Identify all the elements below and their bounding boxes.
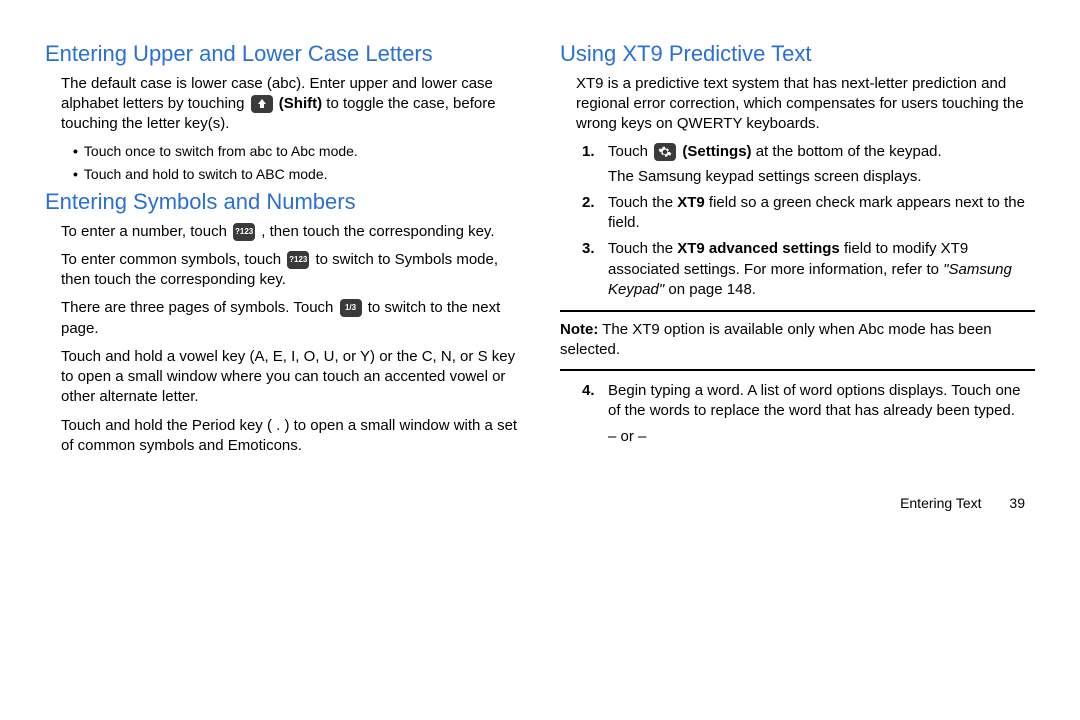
- text: Begin typing a word. A list of word opti…: [608, 382, 1020, 419]
- bullet-icon: •: [73, 165, 78, 184]
- shift-icon: [251, 95, 273, 113]
- para-hold-period: Touch and hold the Period key ( . ) to o…: [61, 416, 520, 457]
- or-label: – or –: [608, 427, 1035, 447]
- para-enter-symbols: To enter common symbols, touch ?123 to s…: [61, 250, 520, 291]
- page-footer: Entering Text 39: [45, 494, 1035, 513]
- page-columns: Entering Upper and Lower Case Letters Th…: [45, 40, 1035, 464]
- num123-icon: ?123: [287, 251, 309, 269]
- step-1: 1. Touch (Settings) at the bottom of the…: [582, 142, 1035, 187]
- step-2: 2. Touch the XT9 field so a green check …: [582, 193, 1035, 234]
- text: Touch the: [608, 240, 677, 257]
- text: Touch once to switch from abc to Abc mod…: [84, 142, 358, 161]
- text: on page 148.: [668, 281, 756, 298]
- step-number: 2.: [582, 193, 600, 234]
- note-label: Note:: [560, 321, 598, 338]
- text: Touch the: [608, 194, 677, 211]
- heading-symbols-numbers: Entering Symbols and Numbers: [45, 188, 520, 216]
- para-xt9-intro: XT9 is a predictive text system that has…: [576, 74, 1035, 135]
- text: To enter common symbols, touch: [61, 251, 285, 268]
- text: There are three pages of symbols. Touch: [61, 299, 338, 316]
- bullet-hold-ABC: • Touch and hold to switch to ABC mode.: [73, 165, 520, 184]
- footer-section: Entering Text: [900, 495, 981, 511]
- step-body: Touch the XT9 field so a green check mar…: [608, 193, 1035, 234]
- note-body: The XT9 option is available only when Ab…: [560, 321, 992, 358]
- step-3: 3. Touch the XT9 advanced settings field…: [582, 239, 1035, 300]
- gear-icon: [654, 143, 676, 161]
- step-number: 4.: [582, 381, 600, 448]
- page13-icon: 1/3: [340, 299, 362, 317]
- num123-icon: ?123: [233, 223, 255, 241]
- para-default-case: The default case is lower case (abc). En…: [61, 74, 520, 135]
- shift-label: (Shift): [279, 95, 322, 112]
- step-4: 4. Begin typing a word. A list of word o…: [582, 381, 1035, 448]
- para-three-pages: There are three pages of symbols. Touch …: [61, 298, 520, 339]
- left-column: Entering Upper and Lower Case Letters Th…: [45, 40, 520, 464]
- text: at the bottom of the keypad.: [756, 143, 942, 160]
- heading-xt9: Using XT9 Predictive Text: [560, 40, 1035, 68]
- xt9-label: XT9: [677, 194, 705, 211]
- step-body: Touch the XT9 advanced settings field to…: [608, 239, 1035, 300]
- text: To enter a number, touch: [61, 223, 231, 240]
- para-enter-number: To enter a number, touch ?123 , then tou…: [61, 222, 520, 242]
- step-body: Touch (Settings) at the bottom of the ke…: [608, 142, 1035, 187]
- text: , then touch the corresponding key.: [261, 223, 494, 240]
- step-number: 3.: [582, 239, 600, 300]
- heading-upper-lower: Entering Upper and Lower Case Letters: [45, 40, 520, 68]
- text: Touch: [608, 143, 652, 160]
- right-column: Using XT9 Predictive Text XT9 is a predi…: [560, 40, 1035, 464]
- xt9-adv-label: XT9 advanced settings: [677, 240, 840, 257]
- step-body: Begin typing a word. A list of word opti…: [608, 381, 1035, 448]
- bullet-icon: •: [73, 142, 78, 161]
- settings-label: (Settings): [682, 143, 751, 160]
- footer-page-number: 39: [1009, 495, 1025, 511]
- para-hold-vowel: Touch and hold a vowel key (A, E, I, O, …: [61, 347, 520, 408]
- note-block: Note: The XT9 option is available only w…: [560, 310, 1035, 371]
- text: Touch and hold to switch to ABC mode.: [84, 165, 328, 184]
- bullet-abc-to-Abc: • Touch once to switch from abc to Abc m…: [73, 142, 520, 161]
- step-number: 1.: [582, 142, 600, 187]
- text: The Samsung keypad settings screen displ…: [608, 167, 1035, 187]
